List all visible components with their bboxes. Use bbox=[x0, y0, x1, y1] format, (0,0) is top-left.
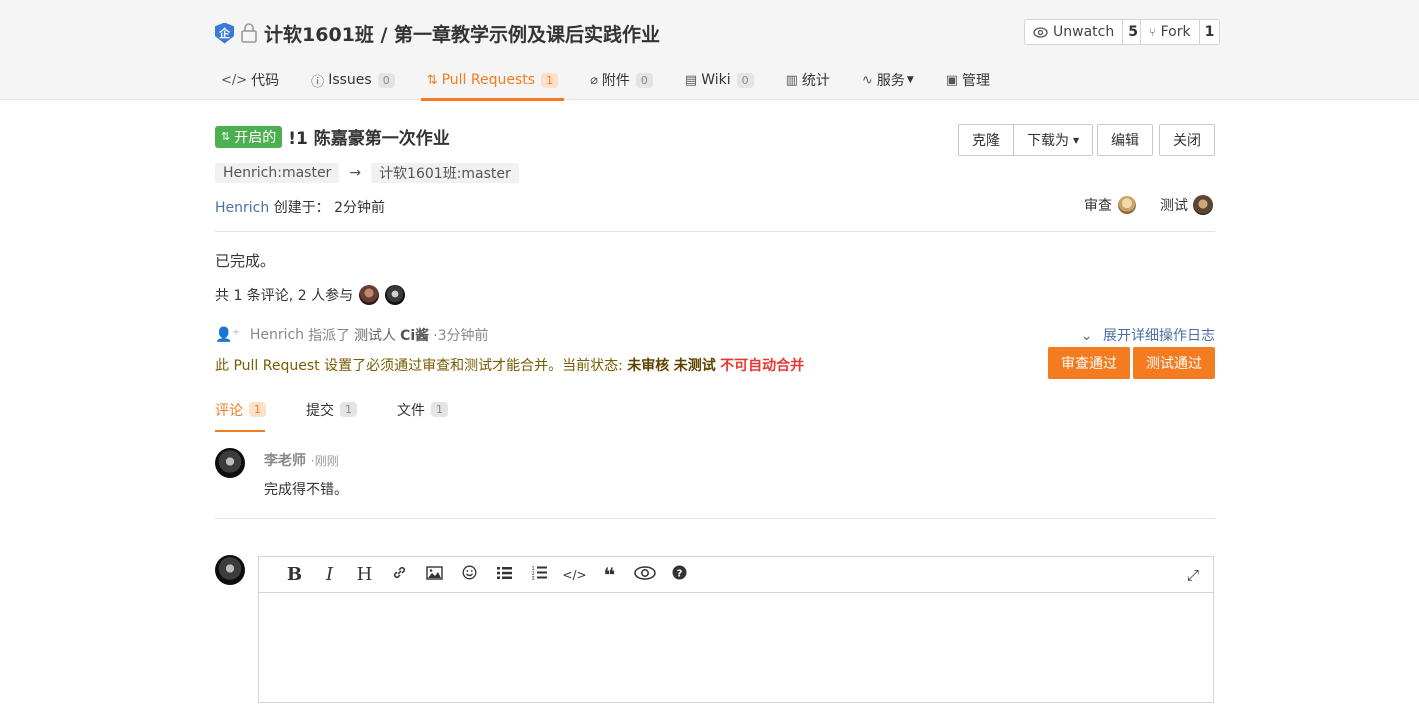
comment-header: 李老师 ·刚刚 bbox=[264, 450, 339, 470]
tab-manage[interactable]: ▣ 管理 bbox=[940, 60, 996, 100]
source-branch[interactable]: Henrich:master bbox=[215, 163, 340, 183]
reviewers: 审查 测试 bbox=[1084, 195, 1213, 215]
bold-icon[interactable]: B bbox=[277, 564, 312, 585]
arrow-right-icon: → bbox=[349, 165, 362, 181]
participants-summary: 共 1 条评论, 2 人参与 bbox=[215, 285, 406, 305]
tester-avatar[interactable] bbox=[1193, 195, 1213, 215]
tab-code[interactable]: </> 代码 bbox=[215, 60, 285, 100]
clone-button[interactable]: 克隆 bbox=[958, 124, 1014, 156]
merge-requirement-notice: 此 Pull Request 设置了必须通过审查和测试才能合并。当前状态: 未审… bbox=[215, 358, 805, 374]
tab-services[interactable]: ∿ 服务 ▼ bbox=[856, 60, 920, 100]
tab-comments[interactable]: 评论 1 bbox=[215, 396, 266, 432]
reviewer-avatar[interactable] bbox=[1118, 196, 1136, 214]
eye-icon bbox=[1033, 26, 1048, 38]
emoji-icon[interactable] bbox=[452, 565, 487, 584]
issue-icon: ⓘ bbox=[311, 74, 325, 90]
svg-text:?: ? bbox=[677, 568, 683, 579]
fork-count[interactable]: 1 bbox=[1200, 20, 1220, 44]
wiki-count: 0 bbox=[736, 72, 754, 88]
created-label: 创建于： bbox=[273, 200, 330, 216]
pull-request-icon: ⇅ bbox=[426, 72, 438, 88]
watch-label: Unwatch bbox=[1053, 24, 1115, 40]
branch-info: Henrich:master → 计软1601班:master bbox=[215, 163, 519, 183]
quote-icon[interactable]: ❝ bbox=[592, 565, 627, 585]
comment-author[interactable]: 李老师 bbox=[264, 453, 306, 469]
tab-attachments[interactable]: ⌀ 附件 0 bbox=[584, 60, 659, 100]
close-button[interactable]: 关闭 bbox=[1159, 124, 1215, 156]
fork-label: Fork bbox=[1160, 24, 1191, 40]
pull-request-icon: ⇅ bbox=[221, 130, 231, 143]
paperclip-icon: ⌀ bbox=[590, 72, 598, 88]
expand-log-link[interactable]: ⌄ 展开详细操作日志 bbox=[1081, 325, 1215, 345]
repo-header: 企 计软1601班 / 第一章教学示例及课后实践作业 Unwatch 5 ⑂ F… bbox=[0, 0, 1419, 101]
link-icon[interactable] bbox=[382, 565, 417, 584]
fork-button[interactable]: ⑂ Fork 1 bbox=[1140, 19, 1221, 45]
tab-issues[interactable]: ⓘ Issues 0 bbox=[305, 60, 401, 100]
help-icon[interactable]: ? bbox=[662, 565, 697, 584]
pr-meta: Henrich 创建于： 2分钟前 bbox=[215, 197, 385, 217]
heading-icon[interactable]: H bbox=[347, 564, 382, 585]
repo-name[interactable]: 计软1601班 / 第一章教学示例及课后实践作业 bbox=[264, 20, 660, 47]
chevrons-down-icon: ⌄ bbox=[1080, 328, 1093, 344]
pr-actions: 克隆 下载为 ▼ bbox=[958, 124, 1094, 156]
comment-body: 完成得不错。 bbox=[264, 482, 348, 498]
tab-stats[interactable]: ▥ 统计 bbox=[780, 60, 836, 100]
approve-test-button[interactable]: 测试通过 bbox=[1133, 347, 1215, 379]
comment-textarea[interactable] bbox=[259, 593, 1213, 702]
created-time: 2分钟前 bbox=[334, 200, 386, 216]
comment-editor: B I H 123 </> ❝ ? ⤢ bbox=[258, 556, 1214, 703]
code-icon: </> bbox=[221, 72, 248, 88]
divider bbox=[215, 231, 1215, 232]
italic-icon[interactable]: I bbox=[312, 564, 347, 585]
enterprise-badge-icon: 企 bbox=[215, 22, 234, 44]
book-icon: ▤ bbox=[684, 72, 698, 88]
comment-tabs: 评论 1 提交 1 文件 1 bbox=[215, 396, 488, 432]
divider bbox=[215, 518, 1215, 519]
repo-title-row: 企 计软1601班 / 第一章教学示例及课后实践作业 bbox=[215, 20, 660, 46]
preview-icon[interactable] bbox=[627, 565, 662, 584]
pr-title: !1 陈嘉豪第一次作业 bbox=[288, 129, 450, 149]
image-icon[interactable] bbox=[417, 565, 452, 584]
download-button[interactable]: 下载为 ▼ bbox=[1014, 124, 1094, 156]
repo-tabs: </> 代码 ⓘ Issues 0 ⇅ Pull Requests 1 ⌀ 附件… bbox=[215, 60, 1016, 101]
attachments-count: 0 bbox=[635, 72, 653, 88]
tab-commits[interactable]: 提交 1 bbox=[306, 396, 357, 432]
issues-count: 0 bbox=[377, 72, 395, 88]
svg-text:3: 3 bbox=[532, 576, 535, 580]
pr-state-badge: ⇅ 开启的 bbox=[215, 125, 283, 148]
bar-chart-icon: ▥ bbox=[785, 72, 798, 88]
caret-down-icon: ▼ bbox=[1073, 135, 1080, 145]
watch-button[interactable]: Unwatch 5 bbox=[1024, 19, 1144, 45]
comment-author-avatar[interactable] bbox=[215, 448, 245, 478]
fullscreen-icon[interactable]: ⤢ bbox=[1187, 566, 1199, 584]
tab-wiki[interactable]: ▤ Wiki 0 bbox=[679, 60, 760, 100]
pr-description: 已完成。 bbox=[215, 252, 276, 270]
comment-time: ·刚刚 bbox=[310, 454, 339, 468]
current-user-avatar[interactable] bbox=[215, 555, 245, 585]
tab-pull-requests[interactable]: ⇅ Pull Requests 1 bbox=[420, 60, 565, 101]
code-icon[interactable]: </> bbox=[557, 568, 592, 582]
fork-icon: ⑂ bbox=[1149, 25, 1156, 39]
edit-button[interactable]: 编辑 bbox=[1097, 124, 1153, 156]
target-branch[interactable]: 计软1601班:master bbox=[371, 163, 519, 183]
ordered-list-icon[interactable]: 123 bbox=[522, 565, 557, 584]
author-link[interactable]: Henrich bbox=[215, 200, 269, 216]
tester-label: 测试 bbox=[1160, 198, 1188, 214]
assign-user-icon: 👤⁺ bbox=[215, 327, 240, 343]
approve-review-button[interactable]: 审查通过 bbox=[1048, 347, 1130, 379]
participant-avatar[interactable] bbox=[359, 285, 380, 305]
pulse-icon: ∿ bbox=[861, 72, 873, 88]
pull-requests-count: 1 bbox=[541, 72, 559, 88]
lock-icon bbox=[241, 23, 257, 43]
participant-avatar[interactable] bbox=[385, 285, 406, 305]
reviewer-label: 审查 bbox=[1084, 198, 1112, 214]
activity-log-item: 👤⁺ Henrich 指派了 测试人 Ci酱 ·3分钟前 bbox=[215, 327, 489, 344]
caret-down-icon: ▼ bbox=[906, 75, 914, 85]
pr-header: ⇅ 开启的 !1 陈嘉豪第一次作业 bbox=[215, 124, 450, 149]
unordered-list-icon[interactable] bbox=[487, 565, 522, 584]
tab-files[interactable]: 文件 1 bbox=[397, 396, 448, 432]
settings-doc-icon: ▣ bbox=[945, 72, 959, 88]
editor-toolbar: B I H 123 </> ❝ ? ⤢ bbox=[259, 557, 1213, 593]
